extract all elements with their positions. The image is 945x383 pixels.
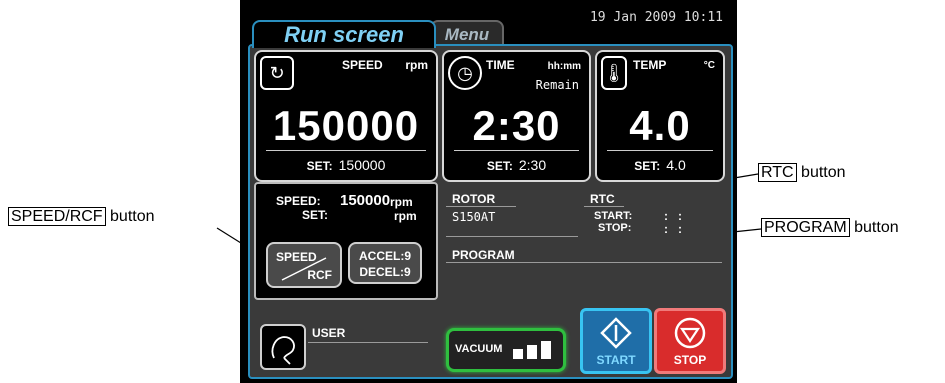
start-label: START [596,353,636,367]
start-icon [600,317,632,349]
callout-speed-rcf-suffix: button [110,208,155,225]
rotor-title-underline [446,206,516,207]
speed-info-set-label: SET: [302,208,329,222]
time-set-row: SET: 2:30 [454,150,579,173]
tab-run-screen[interactable]: Run screen [252,20,436,48]
temp-title: TEMP [633,58,667,72]
stop-label: STOP [673,353,707,367]
speed-info-unit: rpm [390,195,413,209]
temp-set-row: SET: 4.0 [607,150,713,173]
rtc-title-underline [584,206,624,207]
time-remain-label: Remain [535,78,579,92]
speed-set-value: 150000 [338,157,386,173]
callout-speed-rcf-name: SPEED/RCF [8,207,106,226]
temp-set-value: 4.0 [666,157,686,173]
stop-icon [674,317,706,349]
callout-program-name: PROGRAM [761,218,850,237]
temp-value: 4.0 [629,102,691,149]
rotor-title: ROTOR [452,192,496,206]
speed-display[interactable]: ↻ SPEED rpm 150000 SET: 150000 [254,50,438,182]
rtc-stop-label: STOP: [598,222,632,234]
rotor-divider [446,236,578,237]
vacuum-label: VACUUM [455,343,503,355]
user-button[interactable] [260,324,306,370]
program-button[interactable]: PROGRAM [442,244,722,292]
callout-program-suffix: button [854,219,899,236]
user-underline [308,342,428,343]
main-panel: ↻ SPEED rpm 150000 SET: 150000 ◷ TIME hh:… [248,44,733,379]
user-label: USER [312,326,346,340]
speed-settings-panel: SPEED: 150000 rpm SET: rpm SPEED RCF ACC… [254,182,438,300]
callout-rtc-name: RTC [758,163,797,182]
time-display[interactable]: ◷ TIME hh:mm Remain 2:30 SET: 2:30 [442,50,591,182]
rotor-value: S150AT [452,210,496,224]
rtc-start-label: START: [594,210,633,222]
time-value: 2:30 [472,102,561,149]
rtc-start-value: : : [664,209,682,223]
accel-decel-button[interactable]: ACCEL:9 DECEL:9 [348,242,422,284]
time-set-value: 2:30 [518,157,547,173]
accel-label: ACCEL:9 [358,249,411,263]
speed-info-label: SPEED: [276,194,321,208]
rtc-title: RTC [590,192,615,206]
speed-rcf-button[interactable]: SPEED RCF [266,242,342,288]
temp-display[interactable]: 🌡︎ TEMP °C 4.0 SET: 4.0 [595,50,725,182]
rtc-button[interactable]: RTC START: STOP: : : : : [584,188,720,242]
vacuum-level-icon [513,341,553,359]
speed-rcf-bottom-label: RCF [307,268,332,282]
user-profile-icon [271,336,295,365]
temp-set-label: SET: [634,159,661,173]
program-title-underline [446,262,722,263]
temp-unit: °C [703,60,715,71]
callout-program: PROGRAM button [761,218,899,237]
callout-rtc: RTC button [758,163,846,182]
speed-set-row: SET: 150000 [266,150,426,173]
run-screen: Run screen Menu 19 Jan 2009 10:11 ↻ SPEE… [240,0,737,383]
decel-label: DECEL:9 [359,265,411,279]
start-button[interactable]: START [580,308,652,374]
speed-info-set-unit: rpm [394,209,417,223]
callout-speed-rcf: SPEED/RCF button [8,207,155,226]
clock-icon: ◷ [448,56,482,90]
time-unit: hh:mm [547,61,581,72]
speed-title: SPEED [342,58,383,72]
time-title: TIME [486,58,515,72]
rtc-stop-value: : : [664,222,682,236]
speed-info-value: 150000 [340,192,391,209]
vacuum-button[interactable]: VACUUM [446,328,566,372]
rotation-icon: ↻ [260,56,294,90]
speed-value: 150000 [272,102,420,149]
speed-unit: rpm [405,58,428,72]
speed-set-label: SET: [306,159,333,173]
thermometer-icon: 🌡︎ [601,56,627,90]
program-title: PROGRAM [452,248,515,262]
date-time: 19 Jan 2009 10:11 [589,10,723,25]
callout-rtc-suffix: button [801,164,846,181]
stop-button[interactable]: STOP [654,308,726,374]
time-set-label: SET: [486,159,513,173]
